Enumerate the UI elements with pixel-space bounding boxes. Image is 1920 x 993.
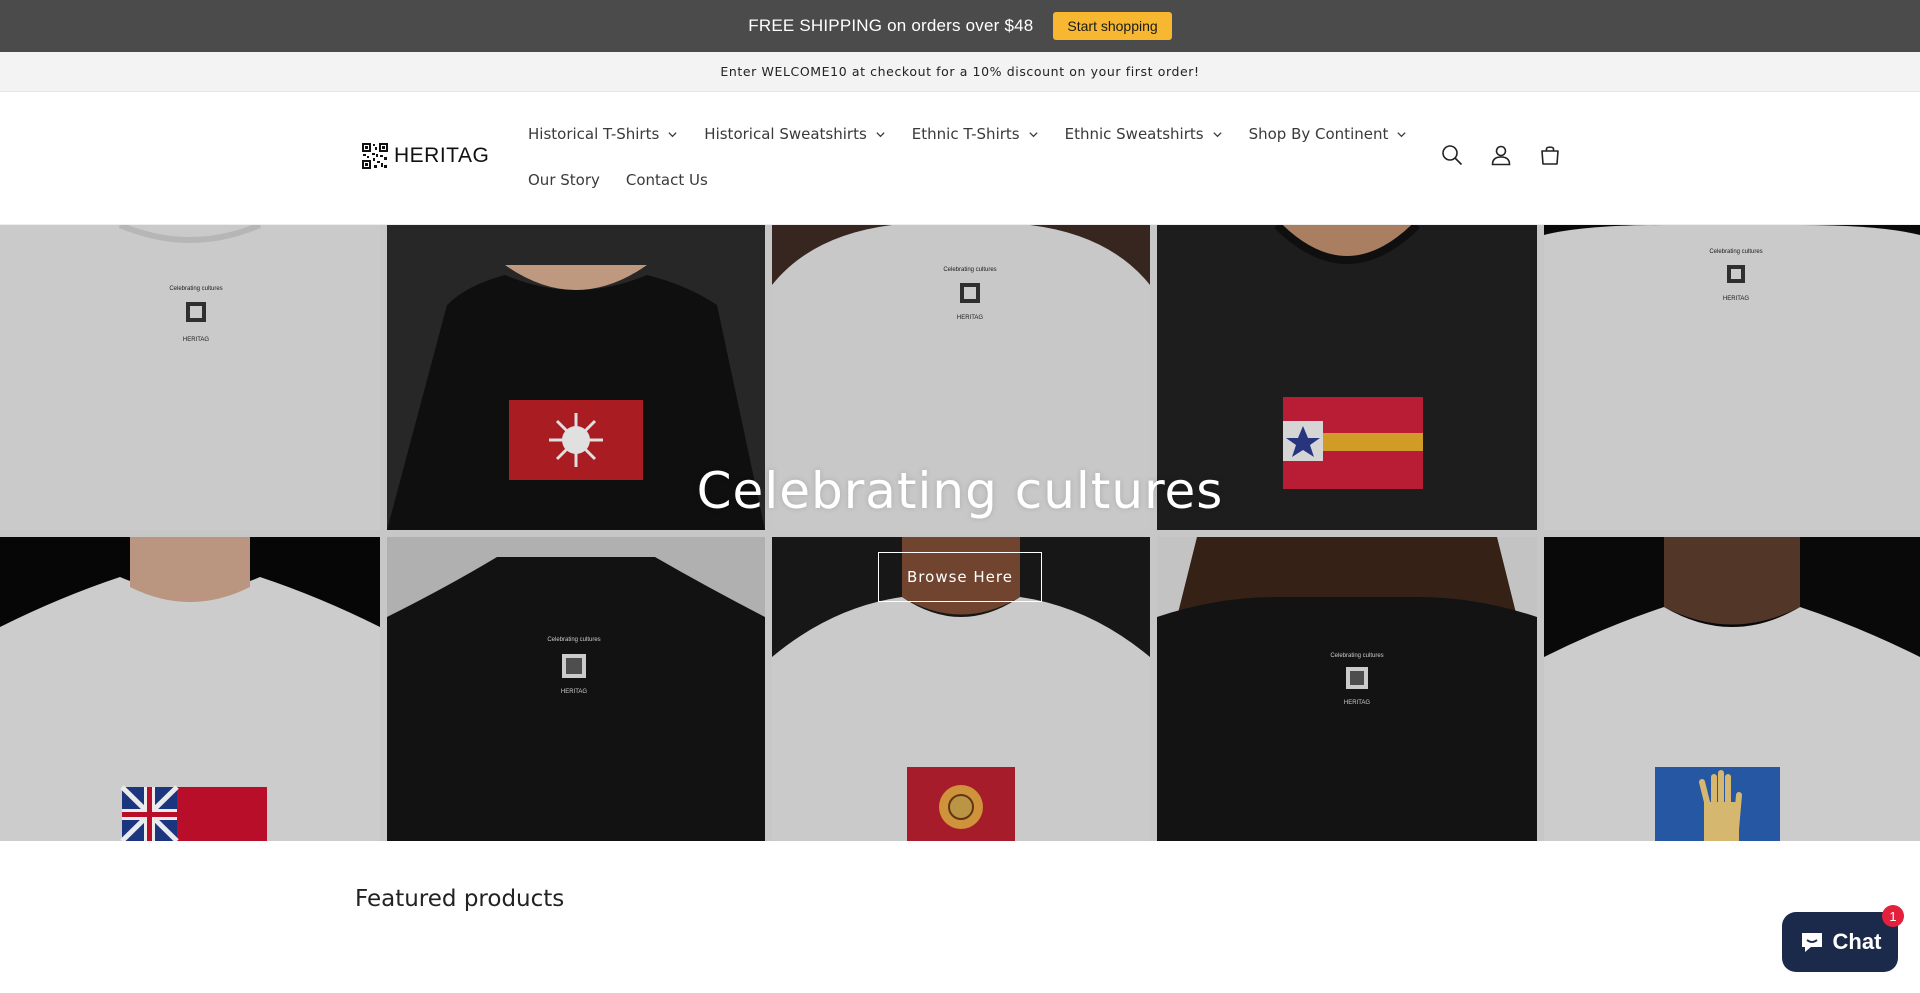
nav-label: Shop By Continent <box>1248 125 1389 143</box>
nav-label: Ethnic Sweatshirts <box>1064 125 1204 143</box>
promo-bar: FREE SHIPPING on orders over $48 Start s… <box>0 0 1920 52</box>
nav-historical-tshirts[interactable]: Historical T-Shirts <box>528 125 678 143</box>
logo-link[interactable]: HERITAG <box>362 143 489 169</box>
cart-icon[interactable] <box>1538 143 1562 167</box>
nav-our-story[interactable]: Our Story <box>528 171 600 189</box>
hero-overlay <box>0 225 1920 841</box>
chat-bubble-icon <box>1801 933 1822 952</box>
start-shopping-button[interactable]: Start shopping <box>1053 12 1172 40</box>
qr-logo-icon <box>362 143 388 169</box>
account-icon[interactable] <box>1489 143 1513 167</box>
chevron-down-icon <box>1397 131 1406 137</box>
chat-label: Chat <box>1832 929 1882 954</box>
nav-label: Historical Sweatshirts <box>704 125 867 143</box>
nav-contact-us[interactable]: Contact Us <box>626 171 708 189</box>
nav-label: Ethnic T-Shirts <box>911 125 1020 143</box>
chevron-down-icon <box>1212 131 1222 137</box>
nav-ethnic-tshirts[interactable]: Ethnic T-Shirts <box>912 125 1039 143</box>
nav-ethnic-sweatshirts[interactable]: Ethnic Sweatshirts <box>1065 125 1223 143</box>
site-header: HERITAG Historical T-Shirts Historical S… <box>0 92 1920 225</box>
announcement-bar: Enter WELCOME10 at checkout for a 10% di… <box>0 52 1920 92</box>
nav-label: Historical T-Shirts <box>528 125 660 143</box>
featured-products-heading: Featured products <box>355 886 565 912</box>
announcement-text: Enter WELCOME10 at checkout for a 10% di… <box>720 64 1200 79</box>
nav-shop-by-continent[interactable]: Shop By Continent <box>1249 125 1408 143</box>
chat-notification-badge: 1 <box>1882 905 1904 927</box>
secondary-nav: Our Story Contact Us <box>528 171 708 189</box>
chevron-down-icon <box>1028 131 1038 137</box>
chevron-down-icon <box>876 131 885 137</box>
chat-button[interactable]: Chat <box>1782 912 1898 972</box>
search-icon[interactable] <box>1440 143 1464 167</box>
hero-title: Celebrating cultures <box>696 462 1224 520</box>
promo-text: FREE SHIPPING on orders over $48 <box>748 16 1034 35</box>
hero-banner: Celebrating cultures HERITAG Celebrating… <box>0 225 1920 841</box>
chevron-down-icon <box>668 131 677 137</box>
primary-nav: Historical T-Shirts Historical Sweatshir… <box>528 125 1407 143</box>
logo-text: HERITAG <box>394 144 490 167</box>
browse-here-button[interactable]: Browse Here <box>878 552 1042 602</box>
nav-historical-sweatshirts[interactable]: Historical Sweatshirts <box>704 125 885 143</box>
header-icons <box>1440 143 1562 167</box>
